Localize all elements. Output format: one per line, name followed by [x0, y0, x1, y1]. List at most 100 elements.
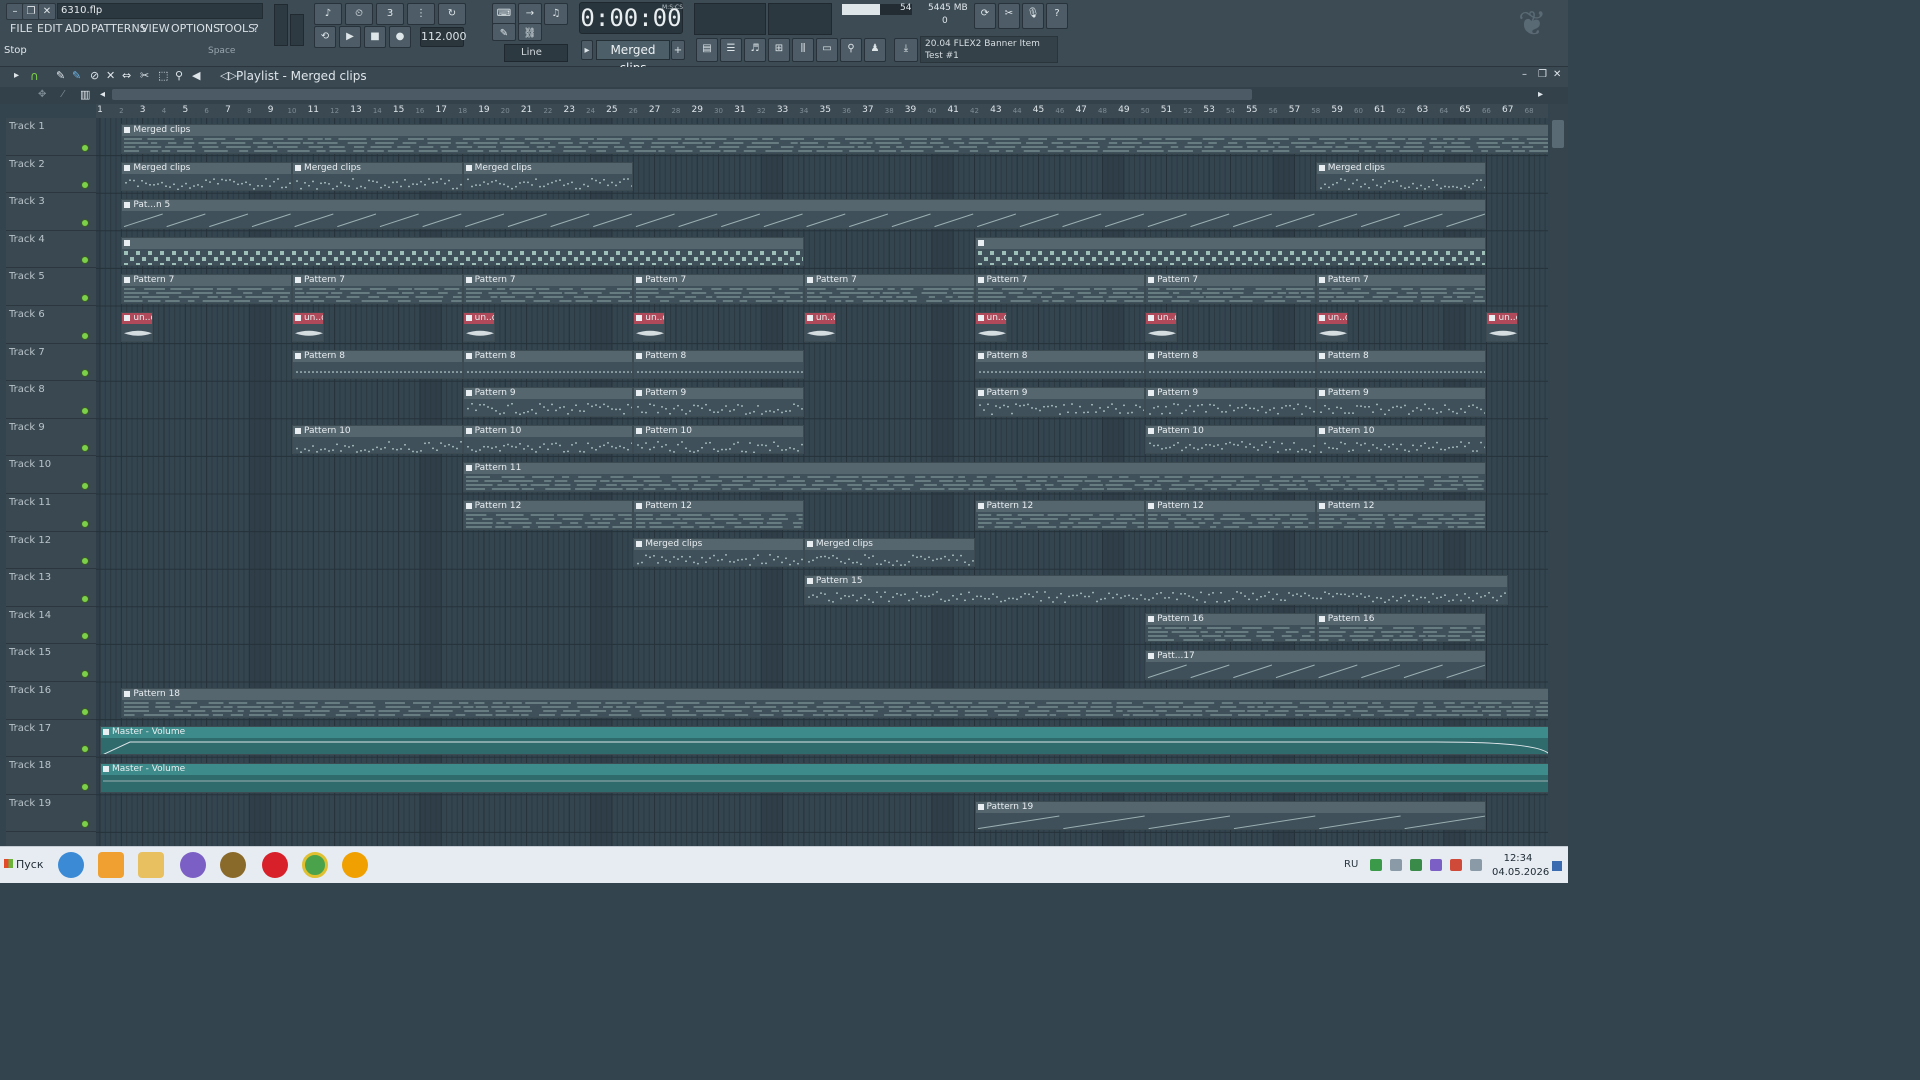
- audio-clip[interactable]: un..d: [1486, 312, 1519, 342]
- menu-tools[interactable]: TOOLS: [218, 22, 255, 36]
- countdown-icon[interactable]: 3: [376, 3, 404, 25]
- chrome-icon[interactable]: [302, 852, 328, 878]
- pattern-clip[interactable]: Pattern 8: [462, 349, 634, 380]
- audio-clip[interactable]: un..d: [291, 312, 324, 342]
- menu-view[interactable]: VIEW: [141, 22, 170, 36]
- pattern-clip[interactable]: Patt...17: [1145, 650, 1487, 680]
- track-mute-led-icon[interactable]: [81, 745, 89, 754]
- track-mute-led-icon[interactable]: [81, 143, 89, 152]
- pattern-clip[interactable]: Pattern 15: [803, 575, 1508, 605]
- audio-clip[interactable]: un..d: [1315, 312, 1348, 342]
- audio-clip[interactable]: un..d: [462, 312, 495, 342]
- track-header[interactable]: Track 19: [6, 795, 96, 833]
- viber-icon[interactable]: [180, 852, 206, 878]
- download-icon[interactable]: ⤓: [894, 38, 918, 62]
- audio-clip[interactable]: un..d: [974, 312, 1007, 342]
- show-desktop-icon[interactable]: [1552, 861, 1562, 871]
- menu-patterns[interactable]: PATTERNS: [91, 22, 147, 36]
- track-header[interactable]: Track 15: [6, 644, 96, 682]
- delete-tool-icon[interactable]: ⊘: [90, 69, 99, 82]
- track-header[interactable]: Track 3: [6, 193, 96, 231]
- pattern-clip[interactable]: Pattern 9: [1145, 387, 1316, 417]
- horizontal-scrollbar[interactable]: [112, 89, 1252, 100]
- draw-tool-icon[interactable]: ✎: [56, 69, 65, 82]
- language-indicator[interactable]: RU: [1344, 859, 1358, 870]
- pattern-clip[interactable]: Pattern 12: [462, 500, 634, 530]
- mixer-icon[interactable]: ⫼: [792, 38, 814, 62]
- track-header[interactable]: Track 10: [6, 456, 96, 494]
- track-header[interactable]: Track 7: [6, 344, 96, 382]
- pattern-clip[interactable]: Merged clips: [1315, 161, 1487, 192]
- timeline-ruler[interactable]: 1 2 3 4 5 6 7 8 9 10 11 12 13 14 15 16 17 18 19 20 21 22 23 24 2…: [96, 104, 1548, 118]
- pattern-clip[interactable]: Pattern 19: [974, 800, 1487, 831]
- track-mute-led-icon[interactable]: [81, 557, 89, 566]
- news-panel[interactable]: 20.04 FLEX2 Banner Item Test #1: [920, 36, 1058, 63]
- pattern-clip[interactable]: Pattern 8: [974, 349, 1146, 380]
- mic-icon[interactable]: 🎙: [1022, 3, 1044, 29]
- piano-roll-icon[interactable]: ♬: [744, 38, 766, 62]
- pattern-clip[interactable]: Pattern 10: [1145, 424, 1316, 455]
- mute-tool-icon[interactable]: ✕: [106, 69, 115, 82]
- track-mute-led-icon[interactable]: [81, 632, 89, 641]
- track-mute-led-icon[interactable]: [81, 406, 89, 415]
- track-mute-led-icon[interactable]: [81, 519, 89, 528]
- playlist-minimize-icon[interactable]: –: [1522, 69, 1527, 80]
- metronome-icon[interactable]: ♪: [314, 3, 342, 25]
- opera-icon[interactable]: [262, 852, 288, 878]
- scroll-right-icon[interactable]: ▸: [1538, 89, 1543, 100]
- track-header[interactable]: Track 4: [6, 231, 96, 269]
- pattern-clip[interactable]: Merged clips: [121, 124, 1548, 154]
- vertical-scroll-thumb[interactable]: [1552, 120, 1564, 148]
- pattern-add-icon[interactable]: +: [671, 40, 685, 60]
- loop-record-icon[interactable]: ↻: [438, 3, 466, 25]
- track-mute-led-icon[interactable]: [81, 369, 89, 378]
- track-mute-led-icon[interactable]: [81, 444, 89, 453]
- tempo-field[interactable]: 112.000: [420, 27, 467, 47]
- track-mute-led-icon[interactable]: [81, 594, 89, 603]
- link-icon[interactable]: ⛓: [518, 23, 542, 41]
- project-info-icon[interactable]: ▭: [816, 38, 838, 62]
- track-header[interactable]: Track 5: [6, 268, 96, 306]
- vertical-scrollbar[interactable]: [1550, 104, 1568, 846]
- file-explorer-icon[interactable]: [138, 852, 164, 878]
- track-mute-led-icon[interactable]: [81, 707, 89, 716]
- pattern-clip[interactable]: Pattern 7: [462, 274, 634, 304]
- clock-time[interactable]: 12:34: [1496, 853, 1540, 864]
- cut-tools-icon[interactable]: ✂: [998, 3, 1020, 29]
- track-header[interactable]: Track 11: [6, 494, 96, 532]
- typing-keyboard-icon[interactable]: ⌨: [492, 3, 516, 25]
- tray-network-icon[interactable]: [1370, 859, 1382, 871]
- pattern-clip[interactable]: Merged clips: [633, 537, 804, 568]
- audio-clip[interactable]: un..d: [121, 312, 154, 342]
- fl-studio-icon[interactable]: [342, 852, 368, 878]
- select-tool-icon[interactable]: ⬚: [158, 69, 168, 82]
- playlist-arrows-icon[interactable]: ◁▷: [220, 69, 237, 82]
- stop-icon[interactable]: ■: [364, 26, 386, 48]
- pattern-prev-icon[interactable]: ▸: [581, 40, 593, 60]
- undo-icon[interactable]: ⟳: [974, 3, 996, 29]
- paint-tool-icon[interactable]: ✎: [72, 69, 81, 82]
- playlist-maximize-icon[interactable]: ❐: [1538, 69, 1547, 80]
- ie-browser-icon[interactable]: [58, 852, 84, 878]
- magnet-icon[interactable]: ∩: [30, 69, 39, 83]
- pattern-clip[interactable]: [974, 236, 1487, 267]
- loop-icon[interactable]: ⟲: [314, 26, 336, 48]
- master-volume-slider[interactable]: [274, 4, 288, 46]
- help-icon[interactable]: ?: [1046, 3, 1068, 29]
- track-mute-led-icon[interactable]: [81, 782, 89, 791]
- pattern-clip[interactable]: Pattern 8: [1145, 349, 1316, 380]
- pattern-clip[interactable]: Pattern 12: [974, 500, 1146, 530]
- pattern-clip[interactable]: Pattern 11: [462, 462, 1487, 492]
- track-header[interactable]: Track 17: [6, 720, 96, 758]
- track-header[interactable]: Track 6: [6, 306, 96, 344]
- menu-add[interactable]: ADD: [65, 22, 89, 36]
- scroll-left-icon[interactable]: ◂: [100, 89, 105, 100]
- pattern-clip[interactable]: Pattern 8: [633, 349, 804, 380]
- track-header[interactable]: Track 1: [6, 118, 96, 156]
- track-header[interactable]: Track 14: [6, 607, 96, 645]
- pattern-clip[interactable]: Pattern 10: [462, 424, 634, 455]
- pattern-clip[interactable]: Merged clips: [121, 161, 292, 192]
- track-header[interactable]: Track 9: [6, 419, 96, 457]
- touch-controller-icon[interactable]: ♟: [864, 38, 886, 62]
- pattern-clip[interactable]: Pattern 10: [633, 424, 804, 455]
